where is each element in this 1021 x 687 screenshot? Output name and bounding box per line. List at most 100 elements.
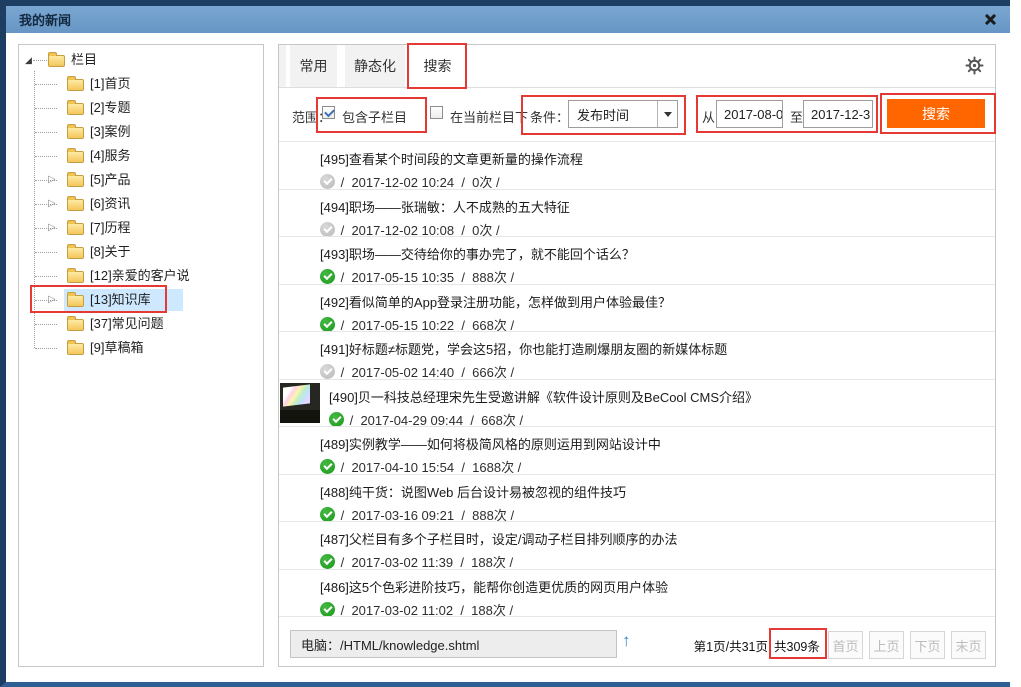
folder-icon — [67, 247, 84, 259]
article-status-line: / 2017-05-15 10:22 / 668次 / — [320, 315, 995, 333]
close-icon[interactable] — [983, 12, 998, 27]
article-status-line: / 2017-05-15 10:35 / 888次 / — [320, 267, 995, 285]
folder-icon — [67, 103, 84, 115]
status-check-icon — [320, 222, 335, 237]
article-title[interactable]: [489]实例教学——如何将极简风格的原则运用到网站设计中 — [320, 427, 995, 453]
date-to-input[interactable] — [803, 100, 873, 128]
tree-item-label: [37]常见问题 — [90, 312, 164, 336]
condition-select[interactable]: 发布时间 — [568, 100, 678, 128]
folder-icon — [67, 343, 84, 355]
current-only-checkbox[interactable] — [430, 106, 443, 119]
folder-icon — [67, 223, 84, 235]
tree-item[interactable]: ▷[7]历程 — [19, 216, 261, 240]
article-title[interactable]: [487]父栏目有多个子栏目时，设定/调动子栏目排列顺序的办法 — [320, 522, 995, 548]
article-row[interactable]: [487]父栏目有多个子栏目时，设定/调动子栏目排列顺序的办法 / 2017-0… — [279, 522, 995, 570]
tree-item[interactable]: [2]专题 — [19, 96, 261, 120]
article-thumbnail — [280, 383, 320, 423]
condition-label: 条件： — [530, 107, 569, 126]
page-button[interactable]: 下页 — [910, 631, 945, 659]
article-row[interactable]: [489]实例教学——如何将极简风格的原则运用到网站设计中 / 2017-04-… — [279, 427, 995, 475]
dialog-titlebar[interactable]: 我的新闻 — [6, 6, 1010, 33]
page-button[interactable]: 上页 — [869, 631, 904, 659]
tree-item[interactable]: [1]首页 — [19, 72, 261, 96]
select-arrow-button[interactable] — [657, 101, 677, 127]
article-status-line: / 2017-03-02 11:02 / 188次 / — [320, 600, 995, 618]
article-meta: / 2017-12-02 10:08 / 0次 / — [337, 220, 500, 238]
article-meta: / 2017-03-02 11:39 / 188次 / — [337, 552, 513, 570]
folder-icon — [67, 175, 84, 187]
chevron-down-icon — [664, 112, 672, 117]
article-status-line: / 2017-03-16 09:21 / 888次 / — [320, 505, 995, 523]
article-meta: / 2017-04-29 09:44 / 668次 / — [346, 410, 523, 428]
tree-item-label: [12]亲爱的客户说 — [90, 264, 190, 288]
collapse-icon[interactable]: ◢ — [25, 55, 32, 65]
article-row[interactable]: [491]好标题≠标题党，学会这5招，你也能打造刷爆朋友圈的新媒体标题 / 20… — [279, 332, 995, 380]
pagination: 首页上页下页末页 — [828, 631, 986, 659]
article-row[interactable]: [495]查看某个时间段的文章更新量的操作流程 / 2017-12-02 10:… — [279, 142, 995, 190]
article-row[interactable]: [488]纯干货：说图Web 后台设计易被忽视的组件技巧 / 2017-03-1… — [279, 475, 995, 523]
article-row[interactable]: [490]贝一科技总经理宋先生受邀讲解《软件设计原则及BeCool CMS介绍》… — [279, 380, 995, 428]
folder-icon — [67, 295, 84, 307]
article-row[interactable]: [493]职场——交待给你的事办完了，就不能回个话么？ / 2017-05-15… — [279, 237, 995, 285]
article-row[interactable]: [486]这5个色彩进阶技巧，能帮你创造更优质的网页用户体验 / 2017-03… — [279, 570, 995, 618]
article-meta: / 2017-12-02 10:24 / 0次 / — [337, 172, 500, 190]
article-title[interactable]: [493]职场——交待给你的事办完了，就不能回个话么？ — [320, 237, 995, 263]
page-button[interactable]: 首页 — [828, 631, 863, 659]
page-info: 第1页/共31页 — [669, 636, 768, 655]
expand-icon[interactable]: ▷ — [48, 220, 56, 236]
tab-staticize[interactable]: 静态化 — [345, 45, 405, 87]
tree-connector — [33, 60, 47, 61]
include-sub-checkbox[interactable] — [322, 106, 335, 119]
expand-icon[interactable]: ▷ — [48, 172, 56, 188]
tree-root-item[interactable]: ◢ 栏目 — [19, 48, 261, 72]
page-button[interactable]: 末页 — [951, 631, 986, 659]
folder-icon — [67, 199, 84, 211]
tab-common[interactable]: 常用 — [290, 45, 337, 87]
dialog-title: 我的新闻 — [6, 10, 71, 29]
static-path-field[interactable] — [290, 630, 617, 658]
gear-icon[interactable] — [965, 56, 984, 75]
article-title[interactable]: [490]贝一科技总经理宋先生受邀讲解《软件设计原则及BeCool CMS介绍》 — [329, 380, 995, 406]
tree-item[interactable]: [12]亲爱的客户说 — [19, 264, 261, 288]
tree-item[interactable]: [9]草稿箱 — [19, 336, 261, 360]
tree-item[interactable]: [37]常见问题 — [19, 312, 261, 336]
tree-item-label: [13]知识库 — [90, 288, 151, 312]
article-title[interactable]: [486]这5个色彩进阶技巧，能帮你创造更优质的网页用户体验 — [320, 570, 995, 596]
article-meta: / 2017-05-15 10:22 / 668次 / — [337, 315, 514, 333]
up-arrow-icon[interactable]: ↑ — [622, 631, 631, 651]
article-meta: / 2017-05-15 10:35 / 888次 / — [337, 267, 514, 285]
tree-item[interactable]: [3]案例 — [19, 120, 261, 144]
article-title[interactable]: [488]纯干货：说图Web 后台设计易被忽视的组件技巧 — [320, 475, 995, 501]
article-status-line: / 2017-04-10 15:54 / 1688次 / — [320, 457, 995, 475]
expand-icon[interactable]: ▷ — [48, 196, 56, 212]
include-sub-label[interactable]: 包含子栏目 — [342, 107, 407, 126]
article-title[interactable]: [495]查看某个时间段的文章更新量的操作流程 — [320, 142, 995, 168]
tree-item[interactable]: ▷[5]产品 — [19, 168, 261, 192]
folder-icon — [67, 79, 84, 91]
tree-item[interactable]: [8]关于 — [19, 240, 261, 264]
tree-item[interactable]: ▷[6]资讯 — [19, 192, 261, 216]
article-row[interactable]: [492]看似简单的App登录注册功能，怎样做到用户体验最佳？ / 2017-0… — [279, 285, 995, 333]
filter-row: 范围： 包含子栏目 在当前栏目下 条件： 发布时间 从 至 搜索 — [279, 89, 995, 142]
category-tree-panel: ◢ 栏目 [1]首页[2]专题[3]案例[4]服务▷[5]产品▷[6]资讯▷[7… — [18, 44, 264, 667]
article-title[interactable]: [492]看似简单的App登录注册功能，怎样做到用户体验最佳？ — [320, 285, 995, 311]
article-panel: 常用 静态化 搜索 范围： 包含子栏目 — [278, 44, 996, 667]
article-title[interactable]: [494]职场——张瑞敏：人不成熟的五大特征 — [320, 190, 995, 216]
tree: ◢ 栏目 [1]首页[2]专题[3]案例[4]服务▷[5]产品▷[6]资讯▷[7… — [19, 45, 263, 666]
expand-icon[interactable]: ▷ — [48, 292, 56, 308]
status-check-icon — [320, 507, 335, 522]
article-meta: / 2017-04-10 15:54 / 1688次 / — [337, 457, 521, 475]
current-only-label[interactable]: 在当前栏目下 — [450, 107, 528, 126]
status-check-icon — [320, 554, 335, 569]
tree-item[interactable]: [4]服务 — [19, 144, 261, 168]
date-from-label: 从 — [702, 107, 715, 126]
tree-item[interactable]: ▷ [13]知识库 — [19, 288, 261, 312]
article-row[interactable]: [494]职场——张瑞敏：人不成熟的五大特征 / 2017-12-02 10:0… — [279, 190, 995, 238]
article-title[interactable]: [491]好标题≠标题党，学会这5招，你也能打造刷爆朋友圈的新媒体标题 — [320, 332, 995, 358]
tab-search[interactable]: 搜索 — [413, 45, 462, 87]
date-from-input[interactable] — [716, 100, 783, 128]
status-check-icon — [320, 602, 335, 617]
article-status-line: / 2017-12-02 10:24 / 0次 / — [320, 172, 995, 190]
tree-item-label: [2]专题 — [90, 96, 130, 120]
search-button[interactable]: 搜索 — [887, 99, 985, 128]
